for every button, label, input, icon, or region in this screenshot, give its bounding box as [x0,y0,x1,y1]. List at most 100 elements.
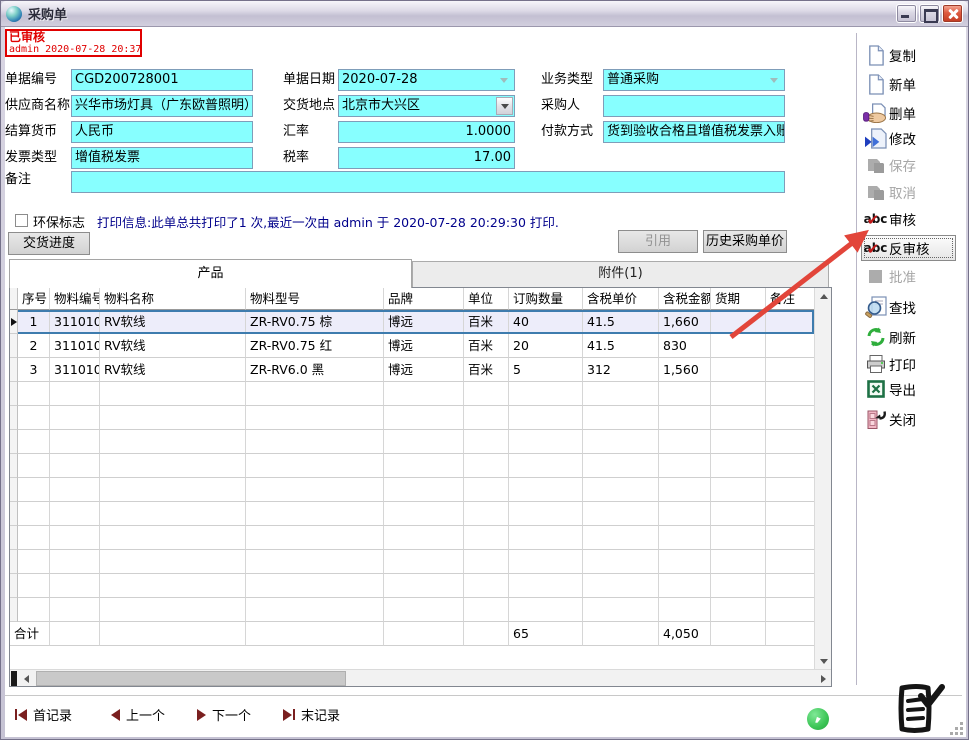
eco-mark-checkbox[interactable] [15,214,28,227]
delivery-place-dropdown-icon[interactable] [496,97,513,115]
find-magnifier-icon [862,295,889,319]
sidebar-approve-button[interactable]: 批准 [862,263,962,289]
save-icon [862,153,889,177]
col-header-model[interactable]: 物料型号 [246,288,384,310]
sidebar-modify-button[interactable]: 修改 [862,125,962,151]
delivery-place-value: 北京市大兴区 [342,98,420,113]
next-record-icon [197,709,206,721]
sidebar-save-button[interactable]: 保存 [862,152,962,178]
splitter-handle[interactable] [11,671,17,686]
col-header-name[interactable]: 物料名称 [100,288,246,310]
sidebar-delete-button[interactable]: 删单 [862,100,962,126]
col-header-qty[interactable]: 订购数量 [509,288,583,310]
exchange-rate-field[interactable]: 1.0000 [338,121,515,143]
sidebar-close-button[interactable]: 关闭 [862,406,962,432]
scroll-down-icon[interactable] [815,653,832,669]
nav-first-record[interactable]: 首记录 [15,705,72,724]
empty-row [10,526,814,550]
sidebar-print-button[interactable]: 打印 [862,351,962,377]
sidebar-find-button[interactable]: 查找 [862,294,962,320]
document-check-icon [891,679,945,740]
biz-type-value: 普通采购 [607,72,659,87]
currency-label: 结算货币 [5,121,57,143]
supplier-field[interactable]: 兴华市场灯具（广东欧普照明） [71,95,253,117]
total-qty: 65 [509,622,583,646]
purchaser-field[interactable] [603,95,785,117]
payment-field[interactable]: 货到验收合格且增值税发票入账后 [603,121,785,143]
sidebar-divider [856,33,857,685]
maximize-button[interactable] [919,4,940,23]
scroll-up-icon[interactable] [815,288,832,304]
col-header-price[interactable]: 含税单价 [583,288,659,310]
row-selector-header [10,288,18,310]
minimize-button[interactable] [896,4,917,23]
col-header-unit[interactable]: 单位 [464,288,509,310]
empty-row [10,454,814,478]
invoice-type-field[interactable]: 增值税发票 [71,147,253,169]
col-header-code[interactable]: 物料编号 [50,288,100,310]
table-body: 序号 物料编号 物料名称 物料型号 品牌 单位 订购数量 含税单价 含税金额 货… [10,288,814,669]
delivery-place-label: 交货地点 [283,95,335,117]
biz-type-dropdown-icon [766,73,782,88]
first-record-icon [15,709,27,721]
history-price-button[interactable]: 历史采购单价 [703,230,787,253]
tax-rate-field[interactable]: 17.00 [338,147,515,169]
sidebar-new-button[interactable]: 新单 [862,71,962,97]
doc-date-dropdown-icon [496,73,512,88]
doc-date-combo[interactable]: 2020-07-28 [338,69,515,91]
window-controls [896,4,968,23]
empty-row [10,598,814,622]
delivery-progress-button[interactable]: 交货进度 [8,232,90,255]
col-header-no[interactable]: 序号 [18,288,50,310]
table-row[interactable]: 2 31101030 RV软线 ZR-RV0.75 红 博远 百米 20 41.… [10,334,814,358]
table-row[interactable]: 3 31101030 RV软线 ZR-RV6.0 黑 博远 百米 5 312 1… [10,358,814,382]
hscroll-thumb[interactable] [36,671,346,686]
delivery-place-combo[interactable]: 北京市大兴区 [338,95,515,117]
scroll-right-icon[interactable] [815,670,831,687]
table-row[interactable]: 1 31101030 RV软线 ZR-RV0.75 棕 博远 百米 40 41.… [10,310,814,334]
col-header-delivery[interactable]: 货期 [711,288,766,310]
vertical-scrollbar[interactable] [814,288,831,669]
cancel-icon [862,180,889,204]
col-header-brand[interactable]: 品牌 [384,288,464,310]
nav-next-record[interactable]: 下一个 [197,705,251,724]
sidebar-export-button[interactable]: 导出 [862,376,962,402]
remark-field[interactable] [71,171,785,193]
line-items-table: 序号 物料编号 物料名称 物料型号 品牌 单位 订购数量 含税单价 含税金额 货… [9,287,832,687]
nav-previous-record[interactable]: 上一个 [111,705,165,724]
tab-products[interactable]: 产品 [9,259,412,288]
edit-status-icon [807,708,829,730]
exit-door-icon [862,407,889,431]
sidebar-cancel-button[interactable]: 取消 [862,179,962,205]
sidebar-audit-button[interactable]: abc✔ 审核 [862,206,962,232]
doc-date-label: 单据日期 [283,69,335,91]
nav-last-record[interactable]: 末记录 [283,705,340,724]
audit-status-meta: admin 2020-07-28 20:37 [9,44,138,55]
refresh-icon [862,325,889,349]
approve-icon [862,264,889,288]
doc-no-field[interactable]: CGD200728001 [71,69,253,91]
new-document-icon [862,72,889,96]
scroll-left-icon[interactable] [18,670,34,687]
sidebar-unaudit-button[interactable]: abc✔ 反审核 [861,235,956,261]
doc-no-label: 单据编号 [5,69,57,91]
currency-field[interactable]: 人民币 [71,121,253,143]
quote-button[interactable]: 引用 [618,230,698,253]
resize-grip[interactable] [949,721,963,735]
empty-row [10,550,814,574]
biz-type-label: 业务类型 [541,69,593,91]
window-title: 采购单 [28,4,67,23]
empty-row [10,478,814,502]
biz-type-combo[interactable]: 普通采购 [603,69,785,91]
total-row: 合计 65 4,050 [10,622,814,646]
tab-attachments[interactable]: 附件(1) [412,261,829,287]
client-area: 已审核 admin 2020-07-28 20:37 单据编号 CGD20072… [5,27,966,737]
horizontal-scrollbar[interactable] [10,669,831,686]
close-button[interactable] [942,4,963,23]
sidebar-copy-button[interactable]: 复制 [862,42,962,68]
audit-abc-check-icon: abc✔ [862,207,889,231]
sidebar-refresh-button[interactable]: 刷新 [862,324,962,350]
col-header-amount[interactable]: 含税金额 [659,288,711,310]
empty-row [10,502,814,526]
col-header-remark[interactable]: 备注 [766,288,814,310]
